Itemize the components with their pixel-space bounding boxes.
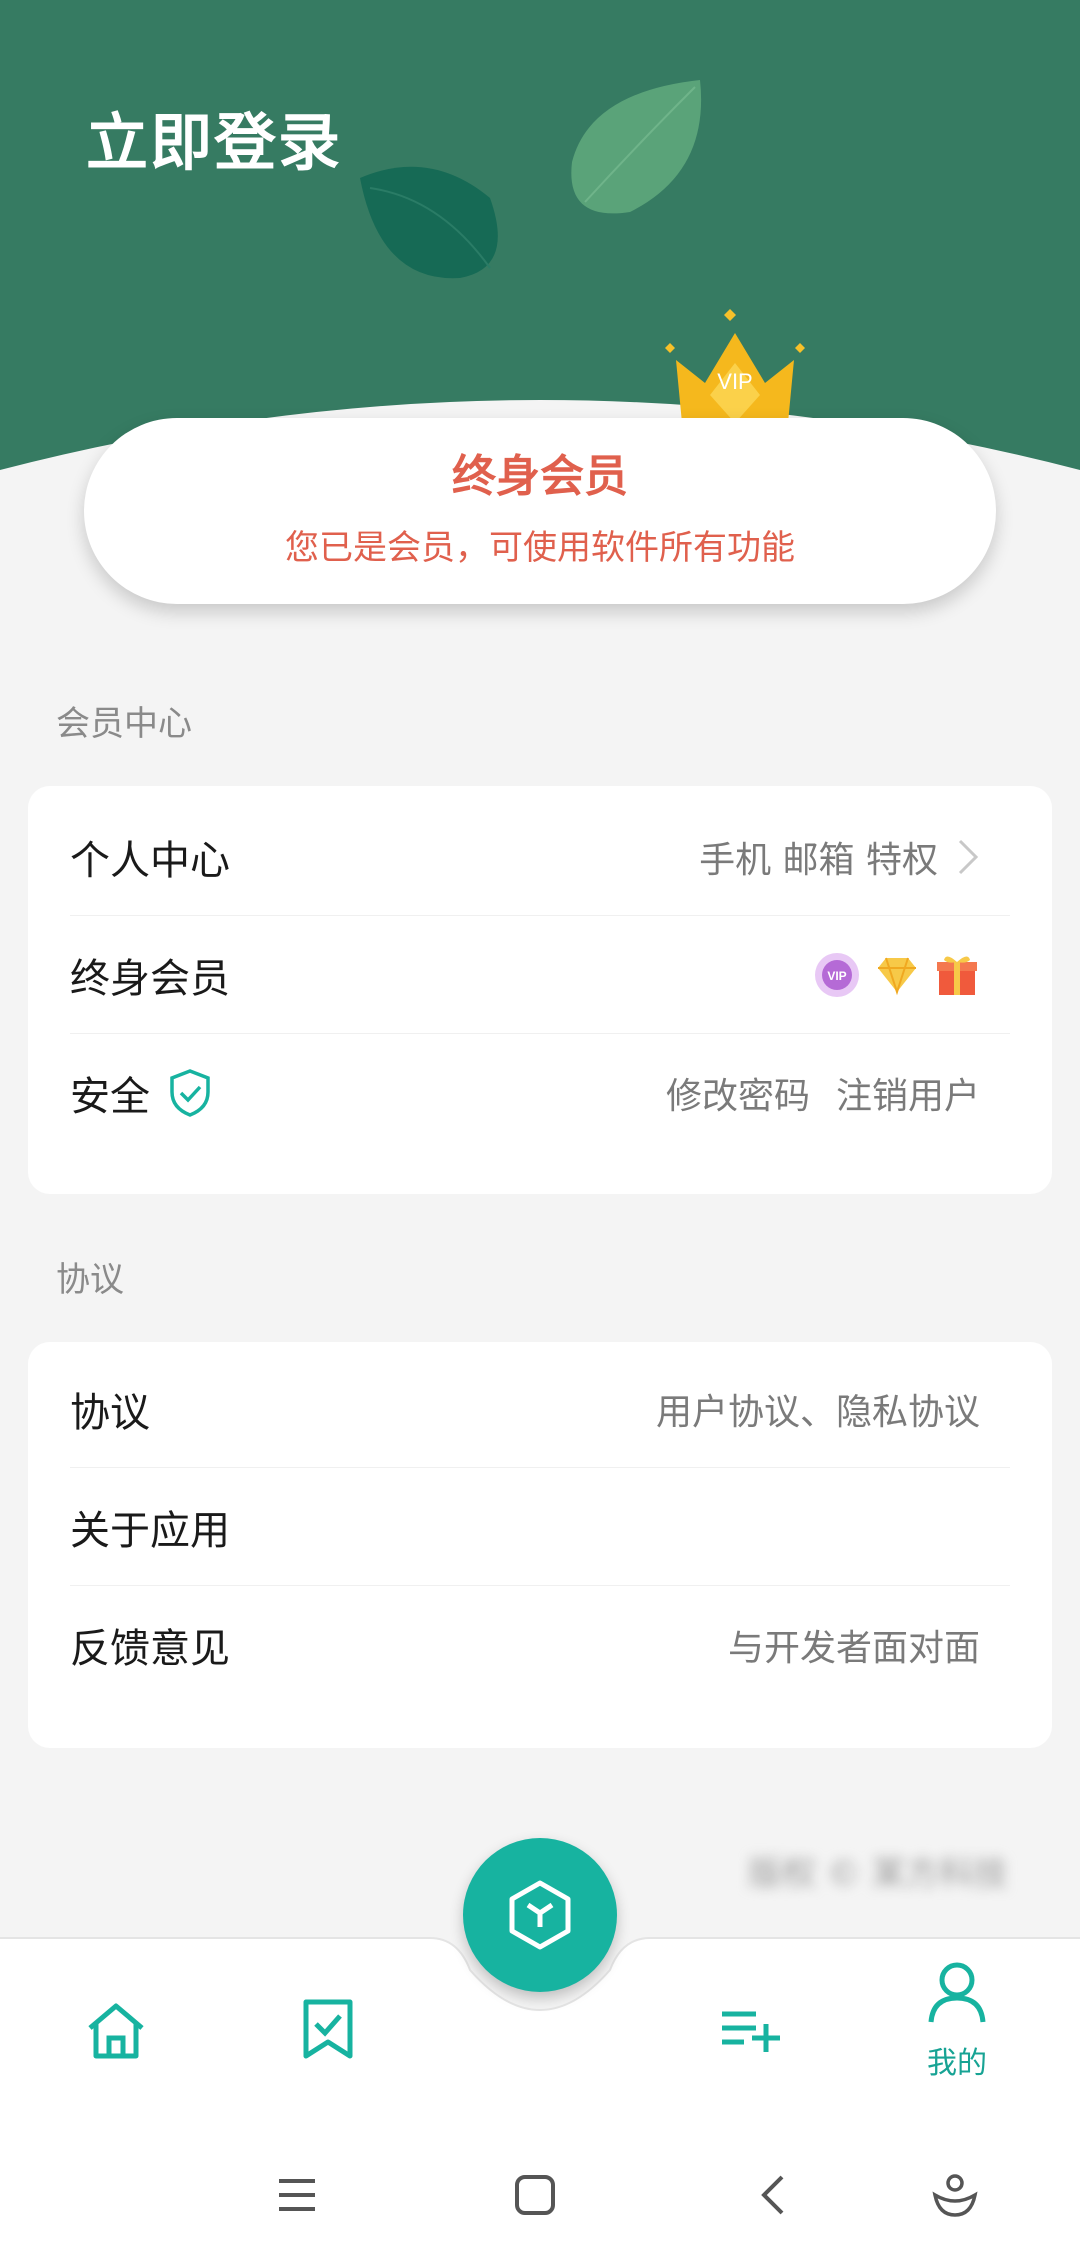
membership-card[interactable]: 终身会员 您已是会员，可使用软件所有功能: [84, 418, 996, 604]
row-label: 反馈意见: [70, 1626, 230, 1672]
assistant-icon[interactable]: [920, 2160, 990, 2230]
nav-mine-label: 我的: [927, 2046, 987, 2081]
row-about-app[interactable]: 关于应用: [70, 1468, 1010, 1586]
row-label: 关于应用: [70, 1507, 230, 1554]
membership-title: 终身会员: [452, 451, 628, 502]
nav-mine[interactable]: 我的: [927, 1960, 987, 2082]
profile-header: 立即登录 VIP: [0, 0, 1080, 480]
member-center-card: 个人中心 手机 邮箱 特权 终身会员 VIP 安全 修改密码 注销用户: [28, 786, 1052, 1194]
row-personal-center[interactable]: 个人中心 手机 邮箱 特权: [70, 798, 1010, 916]
back-icon[interactable]: [738, 2160, 808, 2230]
row-right-text: 与开发者面对面: [727, 1628, 980, 1669]
member-badges: VIP: [814, 916, 980, 1034]
playlist-add-icon: [722, 2011, 780, 2052]
nav-home[interactable]: [84, 2000, 148, 2062]
row-label: 安全: [70, 1074, 150, 1120]
agreement-card: 协议 用户协议、隐私协议 关于应用 反馈意见 与开发者面对面: [28, 1342, 1052, 1748]
nav-bookmarks[interactable]: [302, 1998, 354, 2062]
header-background: [0, 0, 1080, 470]
security-actions: 修改密码 注销用户: [666, 1034, 980, 1152]
row-right-text: 手机 邮箱 特权: [699, 840, 938, 881]
row-agreement[interactable]: 协议 用户协议、隐私协议: [70, 1350, 1010, 1468]
row-right: 用户协议、隐私协议: [656, 1350, 980, 1468]
row-label: 个人中心: [70, 837, 230, 884]
menu-icon[interactable]: [262, 2160, 332, 2230]
system-nav-bar: [0, 2140, 1080, 2255]
leaf-decoration-icon: [571, 80, 702, 214]
row-right-text: 用户协议、隐私协议: [655, 1392, 980, 1433]
login-title[interactable]: 立即登录: [86, 92, 342, 182]
cube-icon: [509, 1880, 571, 1950]
shield-check-icon: [170, 1069, 210, 1117]
vip-badge-icon: VIP: [815, 953, 859, 997]
vip-crown-icon: VIP: [665, 309, 805, 423]
section-title-agreement: 协议: [56, 1260, 124, 1300]
nav-center-cube-button[interactable]: [463, 1838, 617, 1992]
user-icon: [928, 1962, 986, 2023]
row-right: 与开发者面对面: [728, 1586, 980, 1704]
delete-account-link[interactable]: 注销用户: [836, 1067, 980, 1119]
membership-subtitle: 您已是会员，可使用软件所有功能: [285, 528, 795, 568]
home-icon: [88, 2003, 144, 2059]
chevron-right-icon: [958, 839, 979, 875]
leaf-decoration-icon: [360, 166, 498, 279]
row-right: 手机 邮箱 特权: [699, 798, 980, 916]
row-security[interactable]: 安全 修改密码 注销用户: [70, 1034, 1010, 1152]
row-label: 协议: [70, 1389, 150, 1436]
diamond-icon: [878, 957, 916, 996]
row-feedback[interactable]: 反馈意见 与开发者面对面: [70, 1586, 1010, 1704]
svg-text:VIP: VIP: [827, 969, 846, 983]
bookmark-check-icon: [303, 1999, 353, 2059]
row-label: 终身会员: [70, 955, 230, 1002]
change-password-link[interactable]: 修改密码: [666, 1067, 810, 1119]
home-square-icon[interactable]: [500, 2160, 570, 2230]
nav-playlist-add[interactable]: [720, 2008, 780, 2052]
row-lifetime-member[interactable]: 终身会员 VIP: [70, 916, 1010, 1034]
gift-icon: [937, 956, 977, 995]
footer-blurred-text: 版权 © 某方科技: [748, 1854, 1008, 1894]
svg-text:VIP: VIP: [717, 369, 752, 394]
section-title-member-center: 会员中心: [56, 704, 192, 744]
